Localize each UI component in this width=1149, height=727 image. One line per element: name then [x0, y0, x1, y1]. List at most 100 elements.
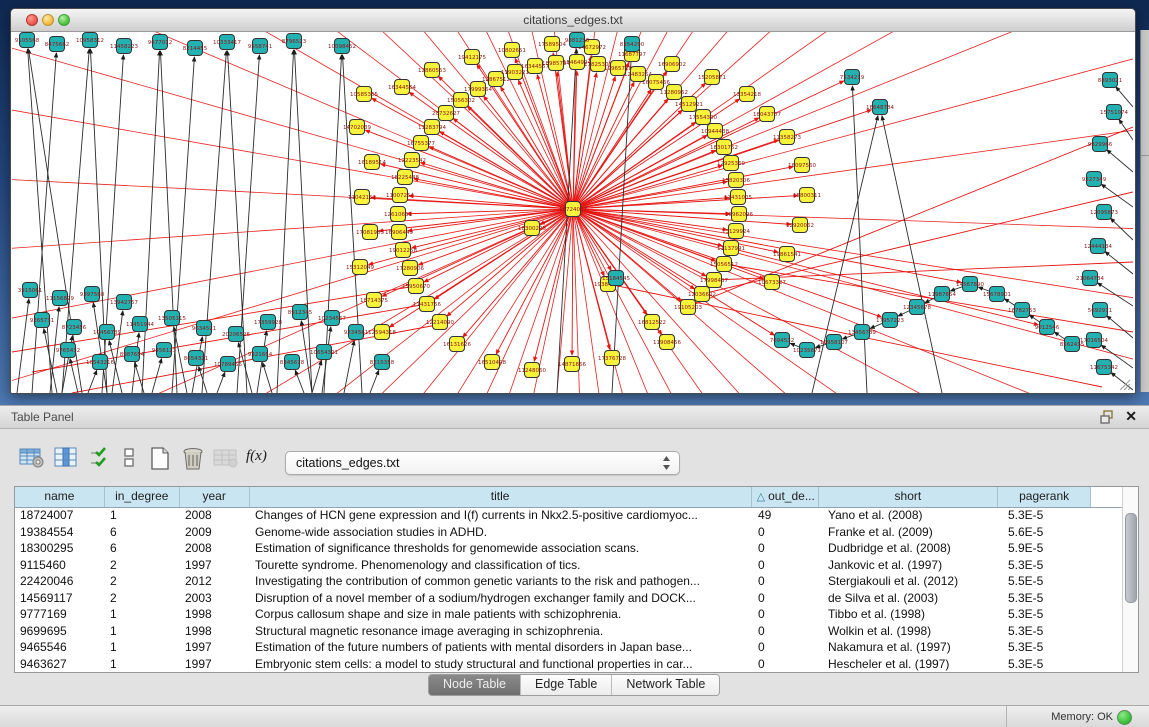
graph-edge-red[interactable]: [424, 209, 573, 282]
table-row[interactable]: 1830029562008Estimation of significance …: [15, 540, 1123, 557]
column-header-name[interactable]: name: [15, 487, 105, 507]
tab-network-table[interactable]: Network Table: [612, 675, 719, 695]
table-row[interactable]: 1456911722003Disruption of a novel membe…: [15, 590, 1123, 607]
graph-edge-red[interactable]: [12, 32, 573, 209]
select-columns-icon[interactable]: [88, 447, 110, 469]
graph-edge-red[interactable]: [573, 32, 1075, 209]
graph-edge-black[interactable]: [32, 53, 56, 393]
network-view-window[interactable]: citations_edges.txt 18724007161316261221…: [10, 8, 1136, 394]
scrollbar-thumb[interactable]: [1125, 513, 1137, 603]
graph-edge-red[interactable]: [573, 32, 1133, 209]
graph-edge-red[interactable]: [573, 32, 1133, 209]
graph-edge-red[interactable]: [573, 32, 1133, 209]
graph-edge-red[interactable]: [12, 32, 573, 209]
graph-edge-red[interactable]: [573, 209, 1133, 393]
graph-edge-black[interactable]: [90, 49, 107, 393]
memory-status-indicator-icon[interactable]: [1117, 710, 1132, 725]
graph-edge-red[interactable]: [573, 32, 1133, 209]
float-panel-icon[interactable]: [1100, 410, 1115, 424]
graph-edge-red[interactable]: [573, 82, 634, 209]
graph-edge-red[interactable]: [12, 32, 573, 209]
close-panel-icon[interactable]: ✕: [1125, 408, 1137, 425]
graph-edge-black[interactable]: [1107, 316, 1133, 338]
window-titlebar[interactable]: citations_edges.txt: [11, 9, 1135, 32]
table-settings-icon[interactable]: [19, 447, 45, 469]
graph-edge-black[interactable]: [152, 359, 162, 393]
graph-edge-black[interactable]: [324, 55, 342, 393]
graph-edge-red[interactable]: [573, 32, 1133, 209]
column-header-short[interactable]: short: [819, 487, 999, 507]
graph-edge-black[interactable]: [44, 329, 57, 393]
graph-edge-red[interactable]: [12, 32, 573, 209]
import-table-icon[interactable]: [213, 447, 239, 469]
table-row[interactable]: 977716911998Corpus callosum shape and si…: [15, 606, 1123, 623]
graph-edge-red[interactable]: [573, 209, 1133, 393]
graph-edge-red[interactable]: [12, 32, 573, 209]
graph-edge-red[interactable]: [573, 32, 1133, 209]
delete-table-icon[interactable]: [181, 447, 205, 471]
graph-edge-red[interactable]: [688, 127, 1133, 307]
graph-edge-red[interactable]: [573, 32, 1133, 209]
network-view[interactable]: 1872400716131626122140901143175615950670…: [12, 32, 1133, 393]
column-header-year[interactable]: year: [180, 487, 250, 507]
graph-edge-red[interactable]: [573, 209, 1133, 393]
graph-edge-red[interactable]: [573, 209, 1133, 393]
show-column-icon[interactable]: [54, 447, 78, 469]
function-builder-icon[interactable]: f(x): [246, 448, 267, 465]
graph-edge-red[interactable]: [429, 147, 573, 209]
resize-grip[interactable]: [1118, 378, 1131, 391]
graph-edge-black[interactable]: [217, 372, 225, 393]
graph-edge-black[interactable]: [28, 49, 52, 393]
table-row[interactable]: 969969511998Structural magnetic resonanc…: [15, 623, 1123, 640]
graph-edge-black[interactable]: [1101, 184, 1133, 207]
graph-edge-red[interactable]: [573, 209, 1133, 393]
graph-edge-red[interactable]: [12, 32, 573, 209]
graph-edge-red[interactable]: [573, 209, 727, 230]
graph-edge-black[interactable]: [1116, 87, 1133, 107]
column-header-pagerank[interactable]: pagerank: [998, 487, 1091, 507]
graph-edge-black[interactable]: [17, 299, 29, 393]
column-header-in_degree[interactable]: in_degree: [105, 487, 180, 507]
graph-edge-red[interactable]: [573, 32, 1133, 209]
graph-edge-red[interactable]: [409, 196, 573, 209]
graph-edge-black[interactable]: [312, 361, 321, 393]
graph-edge-red[interactable]: [572, 209, 573, 355]
table-selector[interactable]: citations_edges.txt: [285, 451, 680, 475]
table-row[interactable]: 911546021997Tourette syndrome. Phenomeno…: [15, 557, 1123, 574]
graph-edge-black[interactable]: [237, 55, 259, 393]
graph-edge-black[interactable]: [1110, 218, 1133, 240]
graph-edge-red[interactable]: [573, 209, 1133, 393]
graph-edge-black[interactable]: [172, 57, 194, 393]
table-row[interactable]: 2242004622012Investigating the contribut…: [15, 573, 1123, 590]
graph-edge-red[interactable]: [573, 99, 668, 209]
graph-edge-red[interactable]: [94, 32, 573, 209]
graph-edge-red[interactable]: [537, 75, 573, 209]
graph-edge-red[interactable]: [12, 32, 573, 209]
vertical-scrollbar[interactable]: [1122, 487, 1138, 672]
graph-edge-red[interactable]: [12, 32, 573, 209]
graph-edge-black[interactable]: [202, 51, 226, 393]
tab-node-table[interactable]: Node Table: [429, 675, 521, 695]
graph-edge-black[interactable]: [1119, 119, 1133, 140]
graph-edge-black[interactable]: [277, 50, 294, 393]
graph-edge-black[interactable]: [263, 363, 272, 393]
table-row[interactable]: 1872400712008Changes of HCN gene express…: [15, 507, 1123, 524]
graph-edge-black[interactable]: [160, 51, 177, 393]
graph-edge-red[interactable]: [447, 209, 573, 316]
graph-edge-red[interactable]: [573, 209, 1133, 393]
new-table-icon[interactable]: [150, 447, 170, 471]
graph-edge-black[interactable]: [1107, 150, 1133, 172]
table-row[interactable]: 946554611997Estimation of the future num…: [15, 639, 1123, 656]
graph-edge-red[interactable]: [573, 209, 1133, 393]
graph-edge-red[interactable]: [573, 32, 1133, 209]
graph-edge-black[interactable]: [370, 370, 379, 393]
table-row[interactable]: 1938455462009Genome-wide association stu…: [15, 524, 1123, 541]
table-row[interactable]: 946362711997Embryonic stem cells: a mode…: [15, 656, 1123, 673]
graph-edge-black[interactable]: [295, 370, 304, 393]
graph-edge-black[interactable]: [294, 50, 312, 393]
graph-edge-black[interactable]: [344, 341, 354, 393]
graph-edge-red[interactable]: [573, 209, 1133, 258]
row-height-icon[interactable]: [122, 447, 138, 469]
graph-edge-black[interactable]: [882, 116, 942, 393]
graph-edge-red[interactable]: [12, 32, 573, 209]
